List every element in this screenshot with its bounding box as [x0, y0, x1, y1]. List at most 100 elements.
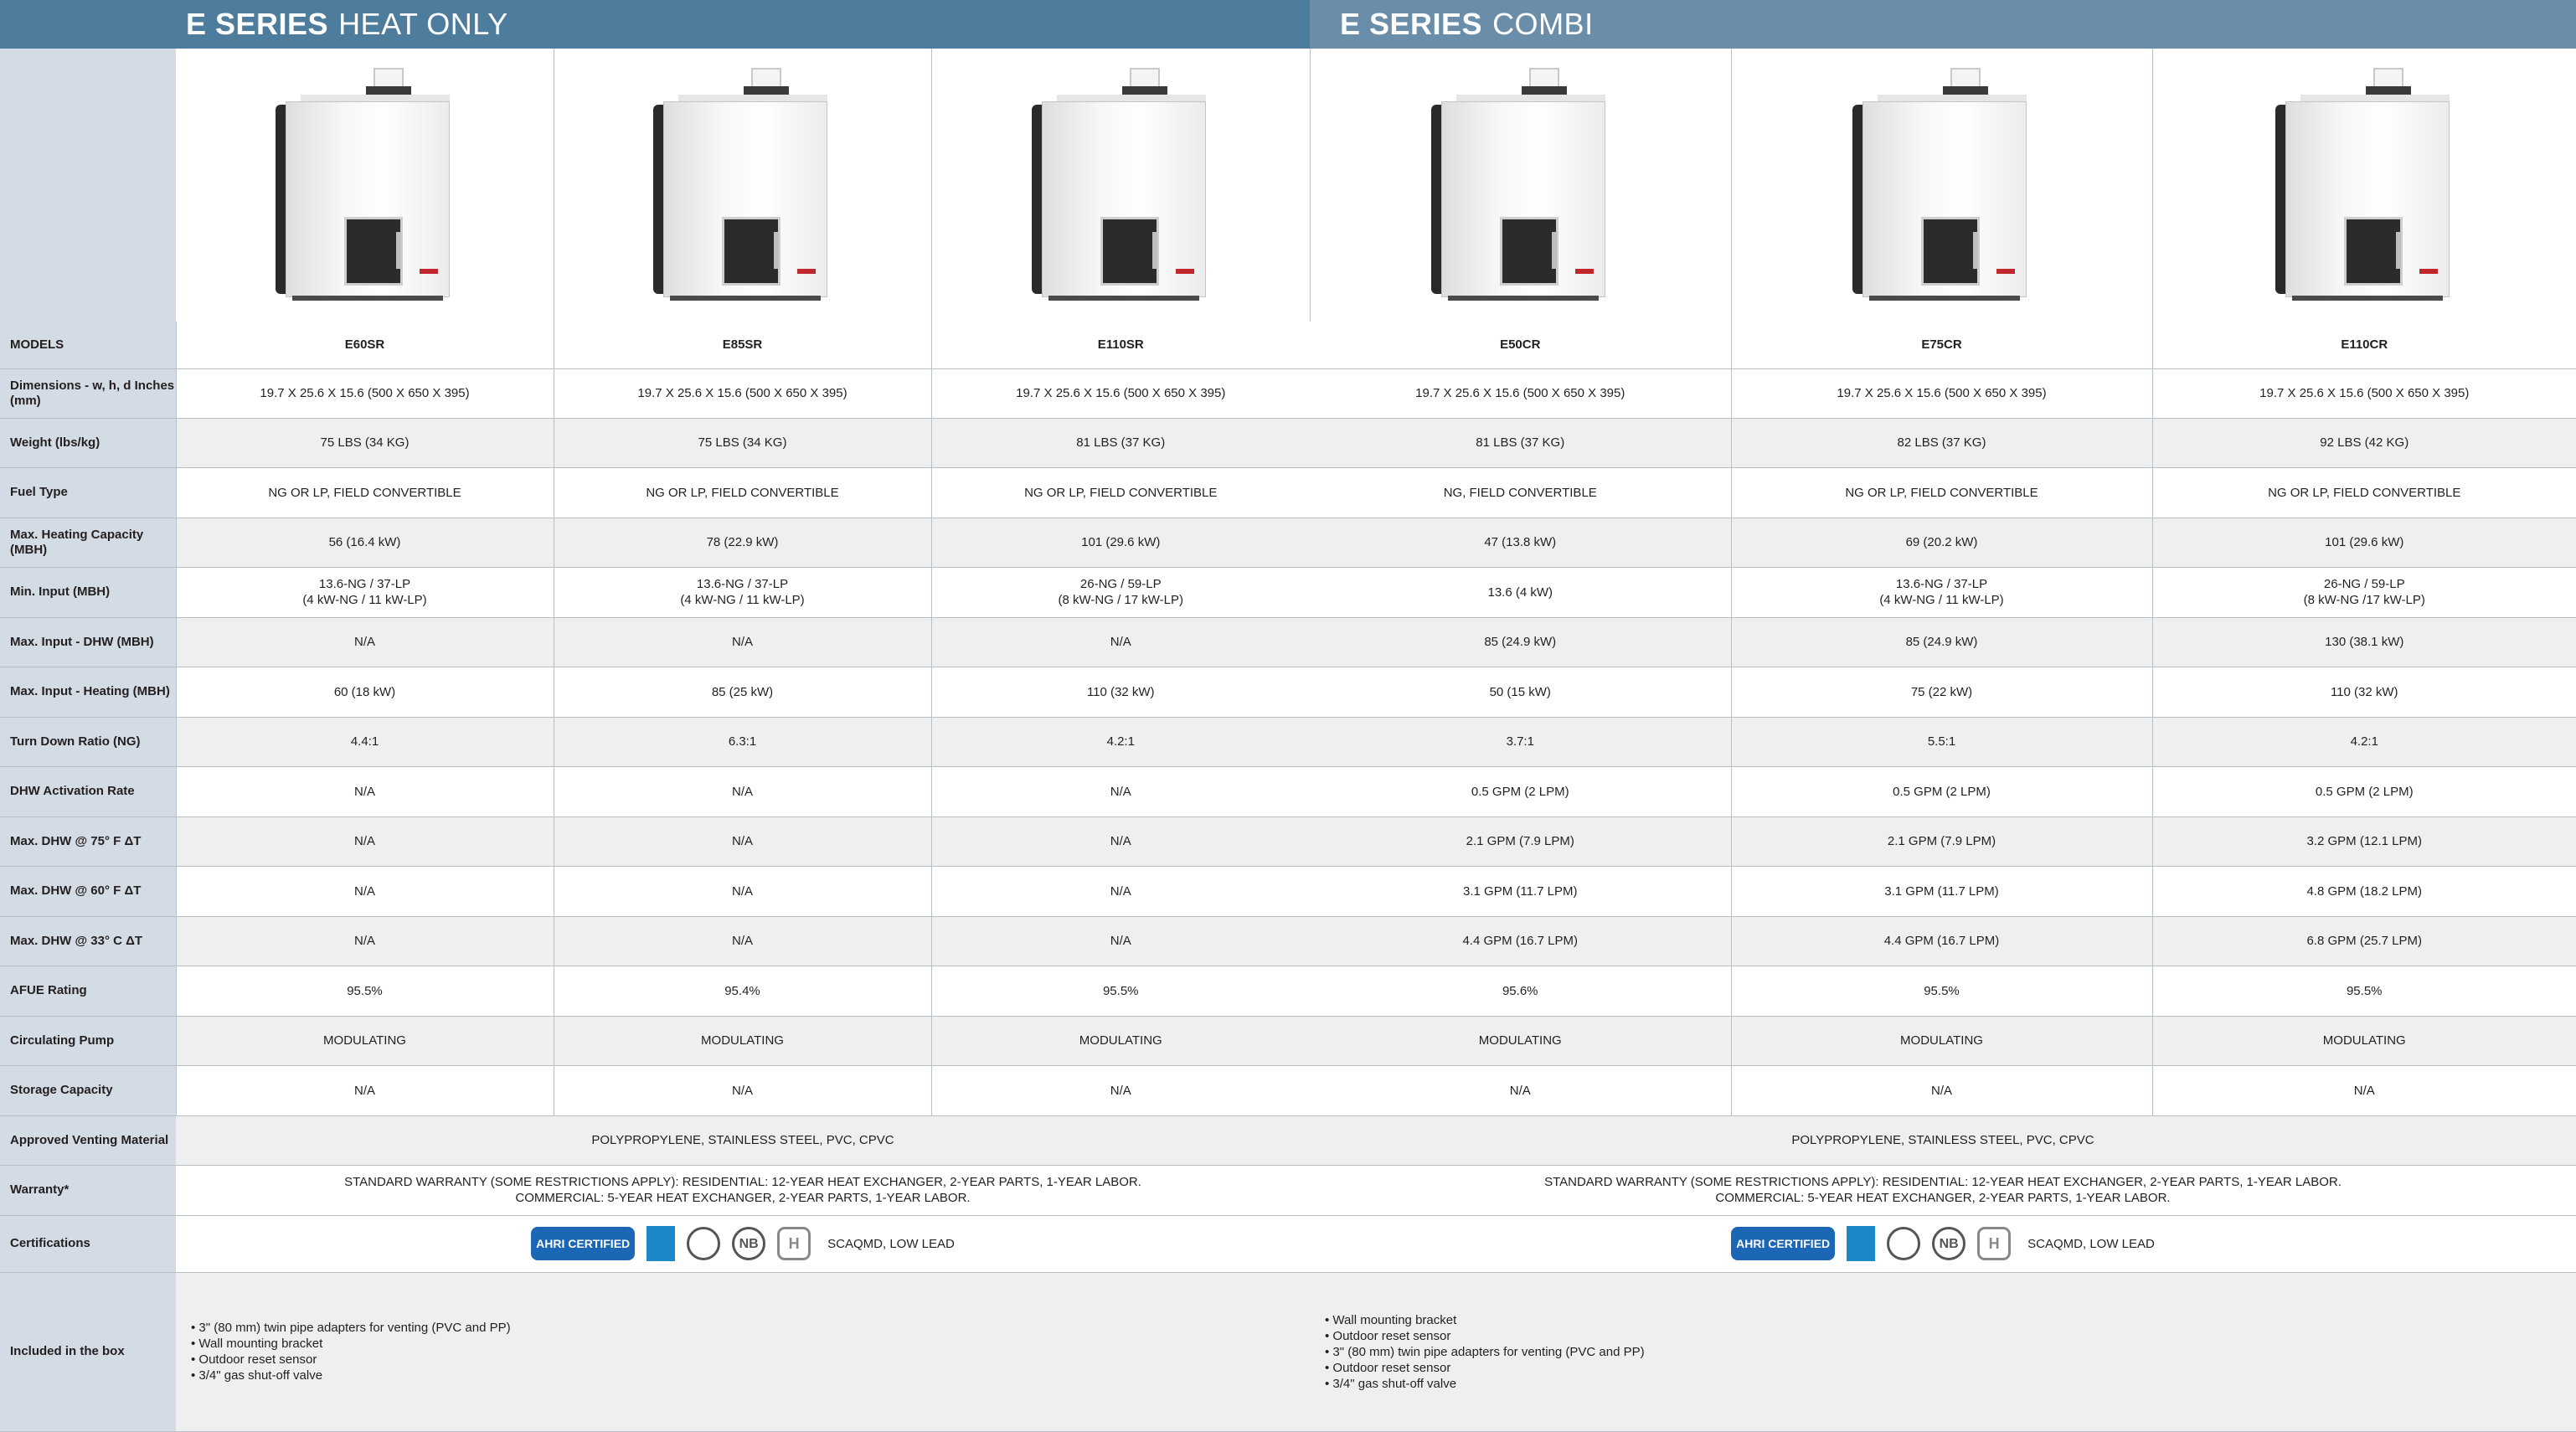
cell-afue: 95.5%: [176, 966, 554, 1016]
header-combi: E SERIES COMBI: [1310, 0, 2576, 49]
cell-value: MODULATING: [701, 1033, 784, 1048]
cell-value: 19.7 X 25.6 X 15.6 (500 X 650 X 395): [2259, 386, 2469, 400]
cell-max-heating-capacity: 47 (13.8 kW): [1310, 518, 1731, 567]
cell-value: N/A: [1110, 635, 1131, 649]
water-heater-image: [276, 68, 456, 302]
row-label: Max. DHW @ 75° F ΔT: [0, 816, 176, 866]
cell-max-input-dhw: 85 (24.9 kW): [1310, 617, 1731, 667]
min-input-line2: (4 kW-NG / 11 kW-LP): [177, 592, 554, 608]
ahri-certified-icon: AHRI CERTIFIED: [531, 1227, 635, 1260]
cell-value: N/A: [732, 934, 753, 948]
cell-models: E75CR: [1731, 322, 2152, 368]
cell-value: N/A: [732, 785, 753, 799]
cell-models: E110SR: [931, 322, 1310, 368]
cell-value: 75 LBS (34 KG): [321, 435, 410, 450]
cell-weight: 81 LBS (37 KG): [1310, 418, 1731, 467]
cell-afue: 95.5%: [1731, 966, 2152, 1016]
cell-dhw-33: 4.4 GPM (16.7 LPM): [1310, 916, 1731, 966]
cell-value: 69 (20.2 kW): [1906, 535, 1978, 549]
row-storage: Storage CapacityN/AN/AN/AN/AN/AN/A: [0, 1065, 2576, 1115]
row-label: AFUE Rating: [0, 966, 176, 1016]
row-label: Approved Venting Material: [0, 1115, 176, 1165]
row-label: MODELS: [0, 322, 176, 368]
cell-value: N/A: [1110, 785, 1131, 799]
cell-venting-combi: POLYPROPYLENE, STAINLESS STEEL, PVC, CPV…: [1310, 1115, 2576, 1165]
cell-max-input-heating: 50 (15 kW): [1310, 667, 1731, 717]
cell-min-input: 13.6-NG / 37-LP(4 kW-NG / 11 kW-LP): [176, 567, 554, 617]
cell-max-input-heating: 60 (18 kW): [176, 667, 554, 717]
cell-dhw-activation: N/A: [554, 766, 931, 816]
cell-value: N/A: [1110, 934, 1131, 948]
cell-value: 4.4 GPM (16.7 LPM): [1884, 934, 2000, 948]
cell-value: 5.5:1: [1928, 734, 1955, 749]
cell-value: 2.1 GPM (7.9 LPM): [1466, 834, 1574, 848]
ahri-label: AHRI CERTIFIED: [536, 1237, 630, 1250]
row-max-heating-capacity: Max. Heating Capacity (MBH)56 (16.4 kW)7…: [0, 518, 2576, 567]
cell-value: 95.6%: [1502, 984, 1538, 998]
cell-value: 92 LBS (42 KG): [2320, 435, 2409, 450]
cell-weight: 81 LBS (37 KG): [931, 418, 1310, 467]
warranty-line1: STANDARD WARRANTY (SOME RESTRICTIONS APP…: [1310, 1174, 2576, 1190]
row-warranty: Warranty*STANDARD WARRANTY (SOME RESTRIC…: [0, 1165, 2576, 1215]
cell-dhw-33: N/A: [554, 916, 931, 966]
row-label: Max. Heating Capacity (MBH): [0, 518, 176, 567]
min-input-line1: 13.6-NG / 37-LP: [177, 576, 554, 592]
product-image-cell: [176, 49, 554, 322]
cell-min-input: 13.6 (4 kW): [1310, 567, 1731, 617]
cell-turn-down: 4.4:1: [176, 717, 554, 766]
cell-models: E110CR: [2152, 322, 2576, 368]
cell-value: 3.7:1: [1507, 734, 1534, 749]
cell-value: 85 (24.9 kW): [1906, 635, 1978, 649]
cell-max-heating-capacity: 78 (22.9 kW): [554, 518, 931, 567]
cell-value: 4.2:1: [2351, 734, 2378, 749]
product-images-row: [176, 49, 2576, 322]
cell-value: 6.8 GPM (25.7 LPM): [2306, 934, 2422, 948]
cell-certs-heat-only: AHRI CERTIFIEDNBHSCAQMD, LOW LEAD: [176, 1215, 1310, 1272]
cell-value: 75 LBS (34 KG): [698, 435, 787, 450]
energy-star-icon: [647, 1226, 675, 1261]
cell-storage: N/A: [2152, 1065, 2576, 1115]
cell-value: 60 (18 kW): [334, 685, 395, 699]
header-corner: [0, 0, 176, 49]
cell-value: 81 LBS (37 KG): [1476, 435, 1564, 450]
cell-value: 75 (22 kW): [1911, 685, 1972, 699]
cell-box-heat-only: • 3" (80 mm) twin pipe adapters for vent…: [176, 1272, 1310, 1431]
cell-value: MODULATING: [1479, 1033, 1562, 1048]
row-label: DHW Activation Rate: [0, 766, 176, 816]
cell-dhw-60: 3.1 GPM (11.7 LPM): [1731, 866, 2152, 916]
row-weight: Weight (lbs/kg) 75 LBS (34 KG) 75 LBS (34 …: [0, 418, 2576, 467]
min-input-line1: 13.6-NG / 37-LP: [554, 576, 931, 592]
cell-value: E85SR: [723, 337, 763, 352]
cell-dhw-33: 4.4 GPM (16.7 LPM): [1731, 916, 2152, 966]
cell-value: 4.4:1: [351, 734, 379, 749]
cell-value: 110 (32 kW): [1087, 685, 1155, 699]
box-list-item: • Wall mounting bracket: [191, 1336, 1310, 1352]
cell-value: N/A: [1110, 834, 1131, 848]
csa-icon: [687, 1227, 720, 1260]
cell-storage: N/A: [1731, 1065, 2152, 1115]
cell-dimensions: 19.7 X 25.6 X 15.6 (500 X 650 X 395): [1310, 368, 1731, 418]
cell-max-input-heating: 110 (32 kW): [931, 667, 1310, 717]
cell-value: 4.8 GPM (18.2 LPM): [2306, 884, 2422, 899]
ahri-certified-icon: AHRI CERTIFIED: [1731, 1227, 1835, 1260]
cell-max-heating-capacity: 101 (29.6 kW): [2152, 518, 2576, 567]
cell-fuel: NG OR LP, FIELD CONVERTIBLE: [2152, 467, 2576, 518]
box-list-item: • Outdoor reset sensor: [191, 1352, 1310, 1368]
cell-pump: MODULATING: [931, 1016, 1310, 1065]
cell-turn-down: 4.2:1: [931, 717, 1310, 766]
cell-pump: MODULATING: [176, 1016, 554, 1065]
cell-value: 78 (22.9 kW): [707, 535, 779, 549]
cell-weight: 75 LBS (34 KG): [554, 418, 931, 467]
water-heater-image: [1032, 68, 1212, 302]
cell-value: 19.7 X 25.6 X 15.6 (500 X 650 X 395): [637, 386, 847, 400]
ahri-label: AHRI CERTIFIED: [1736, 1237, 1830, 1250]
cell-models: E60SR: [176, 322, 554, 368]
cell-venting-heat-only: POLYPROPYLENE, STAINLESS STEEL, PVC, CPV…: [176, 1115, 1310, 1165]
header-heat-only-rest: HEAT ONLY: [338, 7, 508, 42]
row-label: Weight (lbs/kg): [0, 418, 176, 467]
cell-value: N/A: [732, 884, 753, 899]
row-label: Turn Down Ratio (NG): [0, 717, 176, 766]
cell-weight: 75 LBS (34 KG): [176, 418, 554, 467]
header-heat-only-bold: E SERIES: [186, 7, 328, 42]
cell-dhw-activation: N/A: [176, 766, 554, 816]
